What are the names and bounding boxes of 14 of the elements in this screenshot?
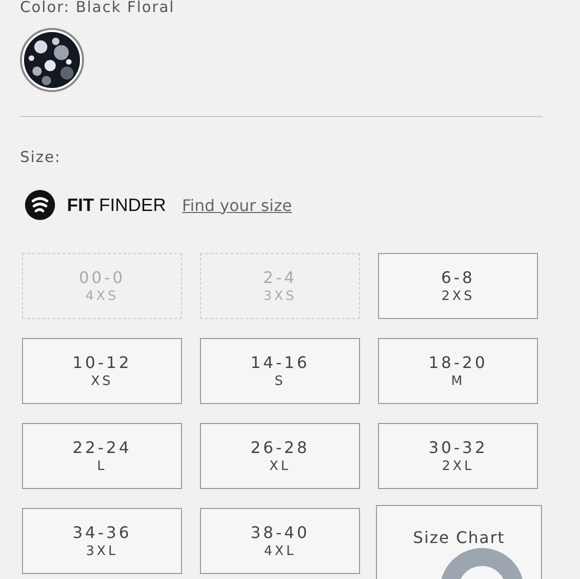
size-option[interactable]: 18-20 M (378, 338, 538, 404)
size-option[interactable]: 30-32 2XL (378, 423, 538, 489)
size-option[interactable]: 38-40 4XL (200, 508, 360, 574)
size-option[interactable]: 10-12 XS (22, 338, 182, 404)
size-label: Size: (20, 148, 62, 166)
size-option[interactable]: 6-8 2XS (378, 253, 538, 319)
size-option[interactable]: 26-28 XL (200, 423, 360, 489)
fit-finder-logo-icon (25, 190, 55, 220)
color-label: Color: Black Floral (20, 0, 176, 16)
find-size-link[interactable]: Find your size (182, 196, 292, 214)
size-option[interactable]: 22-24 L (22, 423, 182, 489)
size-option[interactable]: 34-36 3XL (22, 508, 182, 574)
fit-finder-logo: FIT FINDER (67, 194, 166, 216)
size-option[interactable]: 14-16 S (200, 338, 360, 404)
